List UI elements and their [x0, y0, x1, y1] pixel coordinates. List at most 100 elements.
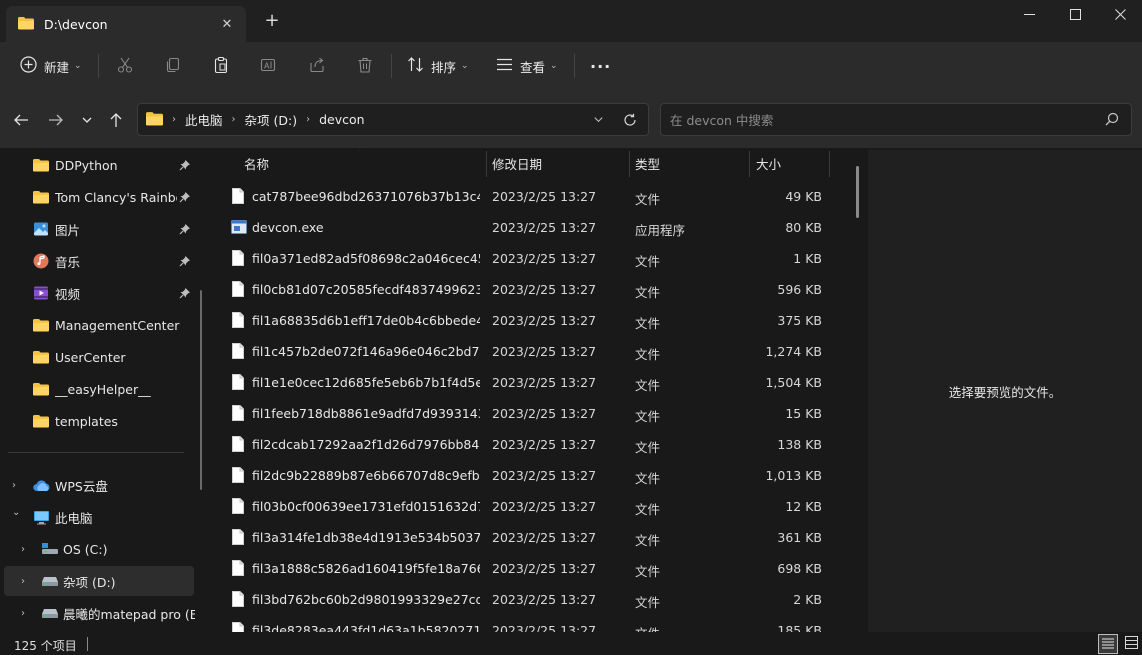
tab-devcon[interactable]: D:\devcon ✕: [6, 6, 246, 42]
cut-button[interactable]: [116, 42, 134, 90]
chevron-right-icon[interactable]: ›: [12, 480, 16, 491]
folder-icon: [33, 414, 49, 428]
file-icon: [232, 436, 244, 455]
chevron-right-icon[interactable]: ›: [21, 576, 25, 587]
close-tab-icon[interactable]: ✕: [218, 15, 236, 33]
rename-button[interactable]: A: [259, 42, 277, 90]
file-row[interactable]: cat787bee96dbd26371076b37b13c4... 2023/2/…: [214, 181, 834, 212]
file-row[interactable]: fil0a371ed82ad5f08698c2a046cec453... 2023…: [214, 243, 834, 274]
share-button[interactable]: [308, 42, 326, 90]
file-type: 文件: [635, 564, 661, 579]
copy-button[interactable]: [164, 42, 182, 90]
file-row[interactable]: fil1feeb718db8861e9adfd7d9393143... 2023/…: [214, 398, 834, 429]
file-row[interactable]: fil1e1e0cec12d685fe5eb6b7b1f4d5e5... 2023…: [214, 367, 834, 398]
sidebar-item-drive-d[interactable]: › 杂项 (D:): [4, 566, 194, 596]
file-list-scrollbar[interactable]: [856, 166, 859, 218]
column-divider[interactable]: [829, 151, 830, 177]
sidebar-item-templates[interactable]: templates: [4, 406, 194, 436]
sidebar-item-label: WPS云盘: [55, 478, 108, 494]
column-header-date[interactable]: 修改日期: [492, 150, 542, 177]
file-size: 185 KB: [777, 623, 822, 632]
sidebar-item-wps-cloud[interactable]: › WPS云盘: [4, 470, 194, 500]
file-row[interactable]: fil1a68835d6b1eff17de0b4c6bbede4... 2023/…: [214, 305, 834, 336]
file-row[interactable]: fil3a1888c5826ad160419f5fe18a7660... 2023…: [214, 553, 834, 584]
maximize-button[interactable]: [1052, 0, 1098, 28]
more-options-button[interactable]: ···: [590, 42, 611, 90]
file-size: 1 KB: [793, 251, 822, 266]
close-window-button[interactable]: [1097, 0, 1142, 28]
address-history-button[interactable]: [588, 104, 608, 135]
sidebar-item-ddpython[interactable]: DDPython: [4, 150, 194, 180]
column-header-name[interactable]: 名称: [244, 150, 269, 177]
sidebar-item-label: 视频: [55, 286, 81, 302]
file-row[interactable]: devcon.exe 2023/2/25 13:27 应用程序 80 KB: [214, 212, 834, 243]
up-button[interactable]: [104, 108, 128, 132]
breadcrumb: › 此电脑 › 杂项 (D:) › devcon: [146, 104, 365, 135]
sidebar-item-this-pc[interactable]: ⌄ 此电脑: [4, 502, 194, 532]
chevron-right-icon[interactable]: ›: [172, 114, 176, 125]
file-icon: [232, 405, 244, 424]
chevron-right-icon[interactable]: ›: [232, 114, 236, 125]
ellipsis-icon: ···: [590, 56, 612, 76]
chevron-right-icon[interactable]: ›: [21, 544, 25, 555]
chevron-right-icon[interactable]: ›: [306, 114, 310, 125]
sidebar-item-matepad[interactable]: › 晨曦的matepad pro (E:): [4, 598, 195, 628]
file-row[interactable]: fil3de8283ea443fd1d63a1b58202716... 2023/…: [214, 615, 834, 632]
minimize-button[interactable]: [1006, 0, 1052, 28]
file-name: fil1a68835d6b1eff17de0b4c6bbede4...: [252, 313, 480, 328]
new-button[interactable]: 新建 ⌄: [20, 42, 82, 90]
sidebar-item-managementcenter[interactable]: ManagementCenter: [4, 310, 194, 340]
sidebar-item-usercenter[interactable]: UserCenter: [4, 342, 194, 372]
chevron-right-icon[interactable]: ›: [21, 608, 25, 619]
chevron-down-icon[interactable]: ⌄: [12, 507, 20, 518]
view-button[interactable]: 查看 ⌄: [496, 42, 558, 90]
view-label: 查看: [520, 59, 546, 75]
file-icon: [232, 498, 244, 517]
sidebar-item-videos[interactable]: 视频: [4, 278, 194, 308]
column-header-size[interactable]: 大小: [756, 150, 781, 177]
file-row[interactable]: fil1c457b2de072f146a96e046c2bd72... 2023/…: [214, 336, 834, 367]
file-row[interactable]: fil3bd762bc60b2d9801993329e27cd4... 2023/…: [214, 584, 834, 615]
sidebar-scrollbar[interactable]: [200, 290, 202, 490]
folder-icon: [146, 111, 163, 129]
column-divider[interactable]: [629, 151, 630, 177]
paste-button[interactable]: [212, 42, 230, 90]
refresh-button[interactable]: [620, 104, 640, 135]
command-bar: 新建 ⌄ A 排序 ⌄ 查看 ⌄ ···: [0, 42, 1142, 90]
back-button[interactable]: [9, 108, 33, 132]
sidebar-item-easyhelper[interactable]: __easyHelper__: [4, 374, 194, 404]
folder-icon: [18, 16, 34, 33]
column-divider[interactable]: [486, 151, 487, 177]
file-row[interactable]: fil3a314fe1db38e4d1913e534b5037ff... 2023…: [214, 522, 834, 553]
large-icons-view-button[interactable]: [1121, 634, 1141, 654]
sort-button[interactable]: 排序 ⌄: [407, 42, 469, 90]
delete-button[interactable]: [356, 42, 374, 90]
drive-icon: [41, 607, 59, 619]
crumb-drive-d[interactable]: 杂项 (D:): [245, 110, 298, 129]
details-view-button[interactable]: [1098, 634, 1118, 654]
file-row[interactable]: fil2cdcab17292aa2f1d26d7976bb84c... 2023/…: [214, 429, 834, 460]
column-divider[interactable]: [749, 151, 750, 177]
recent-locations-button[interactable]: [75, 108, 99, 132]
view-list-icon: [496, 56, 513, 76]
file-row[interactable]: fil2dc9b22889b87e6b66707d8c9efb5... 2023/…: [214, 460, 834, 491]
sidebar-item-os-c[interactable]: › OS (C:): [4, 534, 194, 564]
file-row[interactable]: fil0cb81d07c20585fecdf4837499623e... 2023…: [214, 274, 834, 305]
sidebar-item-music[interactable]: 音乐: [4, 246, 194, 276]
file-size: 2 KB: [793, 592, 822, 607]
chevron-down-icon: ⌄: [74, 61, 82, 71]
crumb-devcon[interactable]: devcon: [319, 112, 364, 127]
pin-icon: [179, 287, 191, 302]
file-size: 138 KB: [777, 437, 822, 452]
forward-button[interactable]: [44, 108, 68, 132]
search-input[interactable]: [670, 110, 1090, 130]
search-box[interactable]: [660, 103, 1132, 136]
new-tab-button[interactable]: +: [262, 12, 282, 32]
crumb-this-pc[interactable]: 此电脑: [185, 110, 223, 129]
file-row[interactable]: fil03b0cf00639ee1731efd0151632d71... 2023…: [214, 491, 834, 522]
column-header-type[interactable]: 类型: [635, 150, 660, 177]
address-bar[interactable]: › 此电脑 › 杂项 (D:) › devcon: [137, 103, 649, 136]
search-icon[interactable]: [1105, 112, 1119, 129]
sidebar-item-pictures[interactable]: 图片: [4, 214, 194, 244]
sidebar-item-rainbow-six[interactable]: Tom Clancy's Rainbow Six Siege: [4, 182, 194, 212]
